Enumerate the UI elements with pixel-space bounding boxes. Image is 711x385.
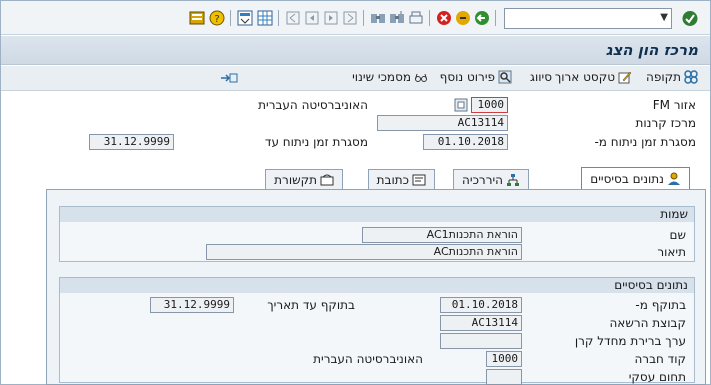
chevron-down-icon[interactable]: ▼ [660,12,668,23]
change-documents-button[interactable]: מסמכי שינוי [352,70,428,84]
fm-area-label: אזור FM [652,98,696,112]
business-area-label: תחום עסקי [628,370,686,384]
tab-address-label: כתובת [376,172,409,187]
timeframe-to-label: מסגרת זמן ניתוח עד [264,135,368,149]
auth-group-label: קבוצת הרשאה [609,316,686,330]
additional-details-label: פירוט נוסף [439,70,495,84]
other-object-icon[interactable] [220,71,238,85]
name-label: שם [669,228,686,242]
tab-address[interactable]: כתובת [367,169,435,189]
company-code-label: קוד חברה [634,352,686,366]
hierarchy-icon [507,173,519,186]
last-page-icon[interactable] [342,10,358,26]
fund-default-field[interactable] [440,333,522,349]
prev-page-icon[interactable] [304,10,320,26]
find-next-icon[interactable] [389,10,405,26]
valid-to-field[interactable]: 31.12.9999 [150,297,234,313]
tab-hierarchy[interactable]: היררכיה [453,169,529,189]
company-code-field[interactable]: 1000 [486,351,522,367]
application-toolbar: תקופה טקסט ארוך סיווג פירוט נוסף מסמכי ש… [1,66,710,91]
change-documents-label: מסמכי שינוי [352,70,411,84]
back-icon[interactable] [474,10,490,26]
phone-icon [320,174,334,185]
toolbar-separator [363,10,364,26]
valid-from-field[interactable]: 01.10.2018 [440,297,522,313]
classification-button[interactable]: סיווג [530,70,552,84]
tab-strip: נתונים בסיסיים היררכיה כתובת תקשורת [1,166,710,190]
fund-center-label: מרכז קרנות [635,116,697,130]
attributes-icon [684,70,698,84]
name-field[interactable]: הוראת התכנותAC1 [362,227,522,243]
toolbar-separator [278,10,279,26]
timeframe-from-label: מסגרת זמן ניתוח מ- [594,135,696,149]
toolbar-separator [429,10,430,26]
first-page-icon[interactable] [285,10,301,26]
menu-icon[interactable] [189,10,205,26]
user-icon [668,172,680,185]
glasses-icon [415,73,427,82]
layout-icon[interactable] [237,10,253,26]
fm-area-description: האוניברסיטה העברית [258,98,368,112]
cancel-icon[interactable] [436,10,452,26]
sap-window: ? ▼ מרכז הון הצג תקופה טקסט ארוך סיווג פ… [0,0,711,385]
enter-check-icon[interactable] [681,10,699,27]
address-icon [412,174,426,185]
fund-center-field[interactable]: AC13114 [377,115,508,131]
business-area-field[interactable] [486,369,522,385]
magnifier-icon [498,70,512,84]
tab-basic-data[interactable]: נתונים בסיסיים [581,167,690,190]
help-icon[interactable]: ? [209,10,225,26]
names-group: שמות שם הוראת התכנותAC1 תיאור הוראת התכנ… [59,206,695,262]
tab-basic-data-label: נתונים בסיסיים [590,172,664,186]
timeframe-from-field[interactable]: 01.10.2018 [423,134,508,150]
long-text-label: טקסט ארוך [554,70,615,84]
long-text-button[interactable]: טקסט ארוך [555,70,632,84]
additional-details-button[interactable]: פירוט נוסף [440,70,512,84]
copy-icon[interactable] [454,98,468,112]
tab-hierarchy-label: היררכיה [462,172,503,187]
basic-data-group: נתונים בסיסיים בתוקף מ- 01.10.2018 בתוקף… [59,277,695,385]
toolbar-separator [495,10,496,26]
fm-area-field[interactable]: 1000 [471,97,508,113]
exit-icon[interactable] [455,10,471,26]
tab-communication[interactable]: תקשורת [265,169,343,189]
timeframe-to-field[interactable]: 31.12.9999 [89,134,174,150]
description-field[interactable]: הוראת התכנותAC [206,244,522,260]
command-field[interactable]: ▼ [504,8,672,29]
attributes-label: תקופה [645,70,681,84]
edit-text-icon [618,71,632,84]
standard-toolbar: ? ▼ [1,1,710,35]
tab-content: שמות שם הוראת התכנותAC1 תיאור הוראת התכנ… [46,189,706,385]
fund-default-label: ערך ברירת מחדל קרן [574,334,686,348]
print-icon[interactable] [408,10,424,26]
toolbar-separator [230,10,231,26]
auth-group-field[interactable]: AC13114 [440,315,522,331]
next-page-icon[interactable] [323,10,339,26]
description-label: תיאור [657,245,686,259]
valid-from-label: בתוקף מ- [635,298,686,312]
company-code-description: האוניברסיטה העברית [313,352,423,366]
basic-data-group-title: נתונים בסיסיים [60,278,694,293]
find-icon[interactable] [370,10,386,26]
tab-communication-label: תקשורת [274,172,317,187]
classification-label: סיווג [530,70,552,84]
title-bar: מרכז הון הצג [1,36,710,65]
attributes-button[interactable]: תקופה [646,70,698,84]
svg-text:?: ? [214,14,219,25]
grid-icon[interactable] [257,10,273,26]
names-group-title: שמות [60,207,694,222]
valid-to-label: בתוקף עד תאריך [267,298,355,312]
page-title: מרכז הון הצג [605,41,698,59]
